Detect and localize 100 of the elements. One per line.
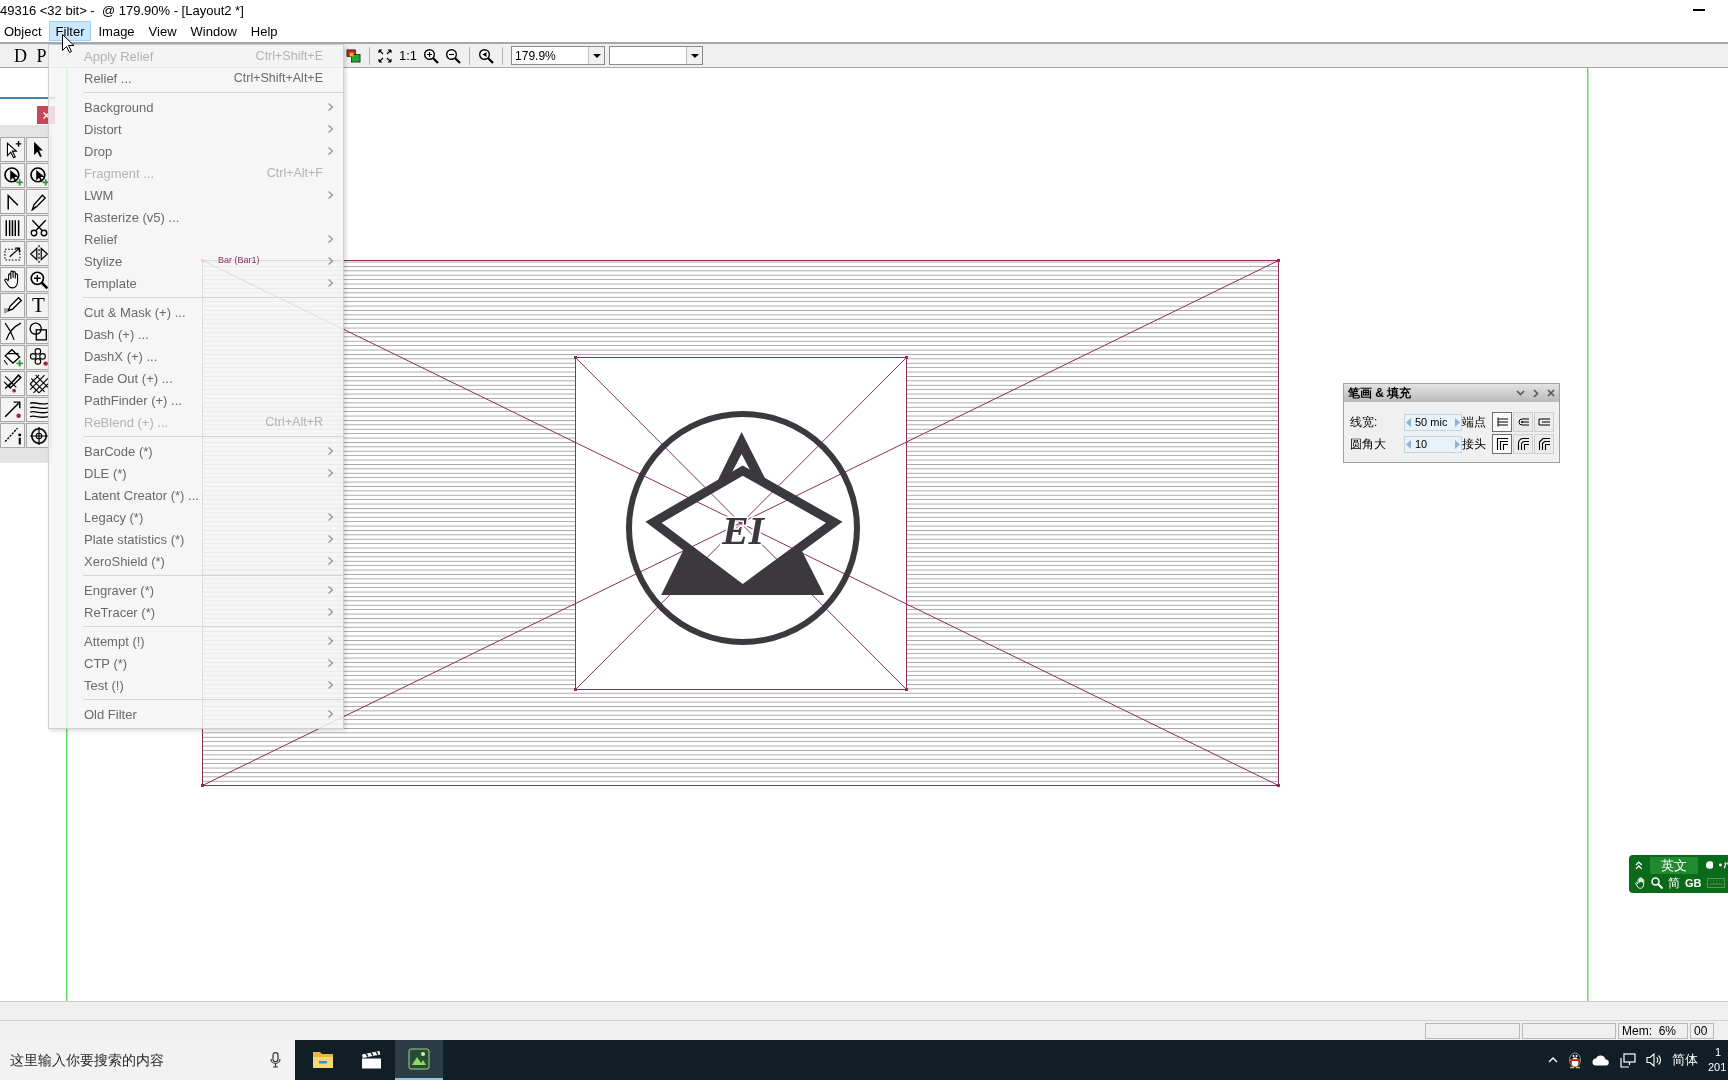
network-monitor-icon[interactable] <box>1620 1052 1636 1068</box>
caret-down-icon <box>690 53 699 58</box>
field-label: 线宽: <box>1350 416 1379 428</box>
magnifier-arrow-icon[interactable] <box>478 47 495 64</box>
tool-button[interactable] <box>0 267 25 292</box>
taskbar-app-button[interactable] <box>395 1040 443 1080</box>
menu-item[interactable]: Relief <box>84 232 118 246</box>
menu-item[interactable]: Test (!) <box>84 678 124 692</box>
chevron-up-icon[interactable] <box>1548 1057 1558 1063</box>
color-squares-icon[interactable] <box>346 48 361 63</box>
penguin-icon[interactable] <box>1568 1051 1582 1069</box>
zoom-in-icon[interactable] <box>423 47 440 64</box>
punctuation-icon[interactable] <box>1719 861 1728 869</box>
crosshair-icon <box>28 425 49 446</box>
menu-item[interactable]: Dash (+) ... <box>84 327 149 341</box>
field-label: 圆角大 <box>1350 438 1387 450</box>
microphone-icon[interactable] <box>270 1052 281 1068</box>
tool-button[interactable] <box>0 137 25 162</box>
input-mode-button[interactable]: 英文 <box>1649 856 1698 874</box>
menu-item[interactable]: ReTracer (*) <box>84 605 156 619</box>
tool-button[interactable] <box>0 189 25 214</box>
field-label: 端点 <box>1462 416 1487 428</box>
menu-item[interactable]: Attempt (!) <box>84 634 145 648</box>
line-join-button[interactable] <box>1492 434 1512 454</box>
menu-item[interactable]: LWM <box>84 188 114 202</box>
tool-button[interactable] <box>0 215 25 240</box>
menu-item[interactable]: DashX (+) ... <box>84 349 158 363</box>
tool-button[interactable] <box>0 345 25 370</box>
tool-button[interactable] <box>0 293 25 318</box>
hand-icon[interactable] <box>1635 877 1646 889</box>
clapperboard-icon <box>360 1049 382 1069</box>
wavy-lines-icon <box>28 399 49 420</box>
tool-button[interactable] <box>0 423 25 448</box>
menu-item[interactable]: Fade Out (+) ... <box>84 371 173 385</box>
search-icon[interactable] <box>1651 877 1663 889</box>
menu-item[interactable]: Legacy (*) <box>84 510 144 524</box>
dot-icon[interactable] <box>1705 861 1714 869</box>
clock-text: 1 <box>1714 1045 1722 1060</box>
menu-item[interactable]: Old Filter <box>84 707 137 721</box>
memory-status: Mem: 6% <box>1618 1022 1688 1039</box>
menu-item[interactable]: PathFinder (+) ... <box>84 393 182 407</box>
status-text: 00 <box>1690 1022 1714 1039</box>
menu-item[interactable]: Relief ... <box>84 71 132 85</box>
tool-button[interactable] <box>0 397 25 422</box>
charset-label: GB <box>1685 877 1702 889</box>
tool-button[interactable] <box>0 163 25 188</box>
tool-button[interactable] <box>0 241 25 266</box>
menu-item[interactable]: Object <box>0 21 49 41</box>
circled-pointer-plus-icon <box>28 165 49 186</box>
text-tool-glyph: T <box>32 295 45 316</box>
tool-button[interactable] <box>0 371 25 396</box>
menu-item[interactable]: BarCode (*) <box>84 444 153 458</box>
menu-item[interactable]: XeroShield (*) <box>84 554 165 568</box>
picture-app-icon <box>408 1048 430 1070</box>
shortcut-text: Ctrl+Alt+F <box>266 166 323 180</box>
menu-item[interactable]: Rasterize (v5) ... <box>84 210 180 224</box>
menu-item[interactable]: DLE (*) <box>84 466 127 480</box>
window-title: 49316 <32 bit> - @ 179.90% - [Layout2 *] <box>0 3 244 17</box>
search-field[interactable]: 这里输入你要搜索的内容 <box>0 1040 295 1080</box>
zoom-out-icon[interactable] <box>445 47 462 64</box>
corner-arrows-icon[interactable] <box>378 48 392 63</box>
menu-item[interactable]: Template <box>84 276 137 290</box>
dropdown-field[interactable] <box>609 46 704 65</box>
speaker-icon[interactable] <box>1646 1053 1662 1067</box>
menu-item[interactable]: Help <box>243 21 285 41</box>
menu-item[interactable]: View <box>141 21 184 41</box>
toolbar-button[interactable]: D <box>12 45 29 66</box>
cloud-icon[interactable] <box>1592 1054 1610 1066</box>
menu-item[interactable]: Background <box>84 100 154 114</box>
mirror-icon <box>28 243 49 264</box>
menu-item[interactable]: Distort <box>84 122 122 136</box>
chevron-right-icon[interactable] <box>1533 388 1539 398</box>
tool-button[interactable] <box>0 319 25 344</box>
double-chevron-up-icon[interactable] <box>1635 860 1643 870</box>
menu-item[interactable]: Window <box>183 21 244 41</box>
menu-item[interactable]: Image <box>91 21 142 41</box>
toolbar-button[interactable]: P <box>33 45 50 66</box>
menu-item[interactable]: Latent Creator (*) ... <box>84 488 199 502</box>
input-method-indicator[interactable]: 简体 <box>1672 1053 1698 1067</box>
menu-item[interactable]: Filter <box>48 21 92 41</box>
zoom-dropdown[interactable]: 179.9% <box>511 46 606 65</box>
actual-size-button[interactable]: 1:1 <box>399 49 418 62</box>
menu-item[interactable]: Engraver (*) <box>84 583 155 597</box>
close-icon[interactable] <box>1547 389 1555 397</box>
chevron-down-icon[interactable] <box>1516 390 1525 396</box>
miter-join-icon <box>1496 437 1508 451</box>
menu-item[interactable]: Plate statistics (*) <box>84 532 185 546</box>
shortcut-text: Ctrl+Shift+Alt+E <box>233 71 323 85</box>
menu-item[interactable]: Cut & Mask (+) ... <box>84 305 186 319</box>
bucket-plus-icon <box>2 348 23 367</box>
pencil-ramp-icon <box>2 296 23 315</box>
pen-nib-icon <box>29 192 48 211</box>
round-join-icon <box>1517 437 1529 451</box>
line-cap-button[interactable] <box>1492 412 1512 432</box>
menu-item[interactable]: Drop <box>84 144 113 158</box>
curve-line-icon <box>3 322 22 341</box>
menu-item[interactable]: Stylize <box>84 254 123 268</box>
square-cap-icon <box>1537 416 1551 428</box>
butt-cap-icon <box>1495 416 1509 428</box>
menu-item[interactable]: CTP (*) <box>84 656 128 670</box>
